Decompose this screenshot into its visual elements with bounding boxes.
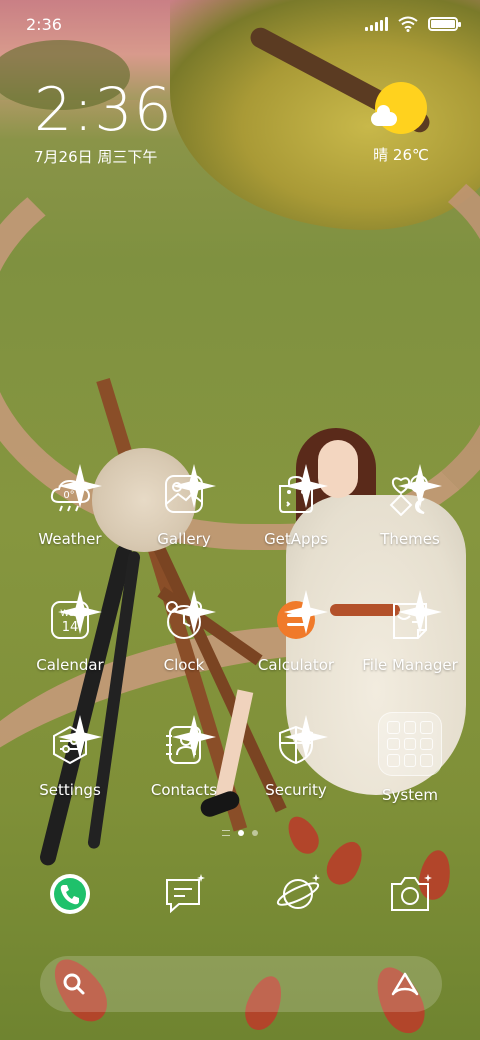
- app-label: Gallery: [157, 530, 211, 548]
- app-themes[interactable]: Themes: [350, 464, 470, 548]
- search-icon[interactable]: [62, 972, 86, 996]
- battery-icon: [428, 17, 461, 31]
- themes-icon: [388, 464, 442, 516]
- gallery-icon: [162, 464, 216, 516]
- sunny-cloud-icon: [371, 82, 427, 134]
- weather-widget[interactable]: 晴 26℃: [356, 82, 446, 165]
- app-weather[interactable]: 0° Weather: [10, 464, 130, 548]
- getapps-icon: [274, 464, 328, 516]
- app-label: System: [382, 786, 438, 804]
- browser-icon[interactable]: [276, 872, 320, 916]
- app-label: Clock: [163, 656, 205, 674]
- app-label: Security: [265, 781, 327, 799]
- app-calendar[interactable]: Wed 14 Calendar: [10, 590, 130, 674]
- app-clock[interactable]: Clock: [124, 590, 244, 674]
- phone-icon[interactable]: [48, 872, 92, 916]
- settings-icon: [48, 715, 102, 767]
- clock-date: 7月26日 周三下午: [34, 148, 158, 166]
- app-label: Themes: [380, 530, 440, 548]
- app-label: File Manager: [362, 656, 458, 674]
- calculator-icon: [274, 590, 328, 642]
- app-security[interactable]: Security: [236, 715, 356, 799]
- calendar-icon: Wed 14: [48, 590, 102, 642]
- weather-icon: 0°: [48, 464, 102, 516]
- status-bar: 2:36: [0, 0, 480, 48]
- app-calculator[interactable]: Calculator: [236, 590, 356, 674]
- app-label: GetApps: [264, 530, 328, 548]
- app-label: Contacts: [150, 781, 218, 799]
- page-indicator[interactable]: [0, 830, 480, 836]
- app-settings[interactable]: Settings: [10, 715, 130, 799]
- app-label: Settings: [39, 781, 101, 799]
- clock-widget[interactable]: 2:36 7月26日 周三下午: [34, 78, 173, 167]
- assistant-icon[interactable]: [390, 971, 420, 997]
- app-gallery[interactable]: Gallery: [124, 464, 244, 548]
- contacts-icon: [162, 715, 216, 767]
- file-manager-icon: [388, 590, 442, 642]
- weather-text: 晴 26℃: [373, 146, 429, 164]
- app-contacts[interactable]: Contacts: [124, 715, 244, 799]
- messages-icon[interactable]: [161, 872, 205, 916]
- wifi-icon: [398, 16, 418, 32]
- search-bar[interactable]: [40, 956, 442, 1012]
- page-dot[interactable]: [252, 830, 258, 836]
- app-file-manager[interactable]: File Manager: [350, 590, 470, 674]
- app-getapps[interactable]: GetApps: [236, 464, 356, 548]
- folder-icon: [378, 712, 442, 776]
- security-icon: [274, 715, 328, 767]
- status-icons: [365, 16, 461, 32]
- status-time: 2:36: [26, 14, 62, 34]
- signal-icon: [365, 17, 388, 31]
- app-label: Calculator: [257, 656, 335, 674]
- page-dot-active[interactable]: [238, 830, 244, 836]
- clock-time: 2:36: [34, 75, 173, 145]
- page-dot-feed[interactable]: [222, 830, 230, 836]
- clock-icon: [162, 590, 216, 642]
- app-folder-system[interactable]: System: [350, 712, 470, 804]
- app-label: Calendar: [36, 656, 104, 674]
- camera-icon[interactable]: [388, 872, 432, 916]
- app-label: Weather: [38, 530, 102, 548]
